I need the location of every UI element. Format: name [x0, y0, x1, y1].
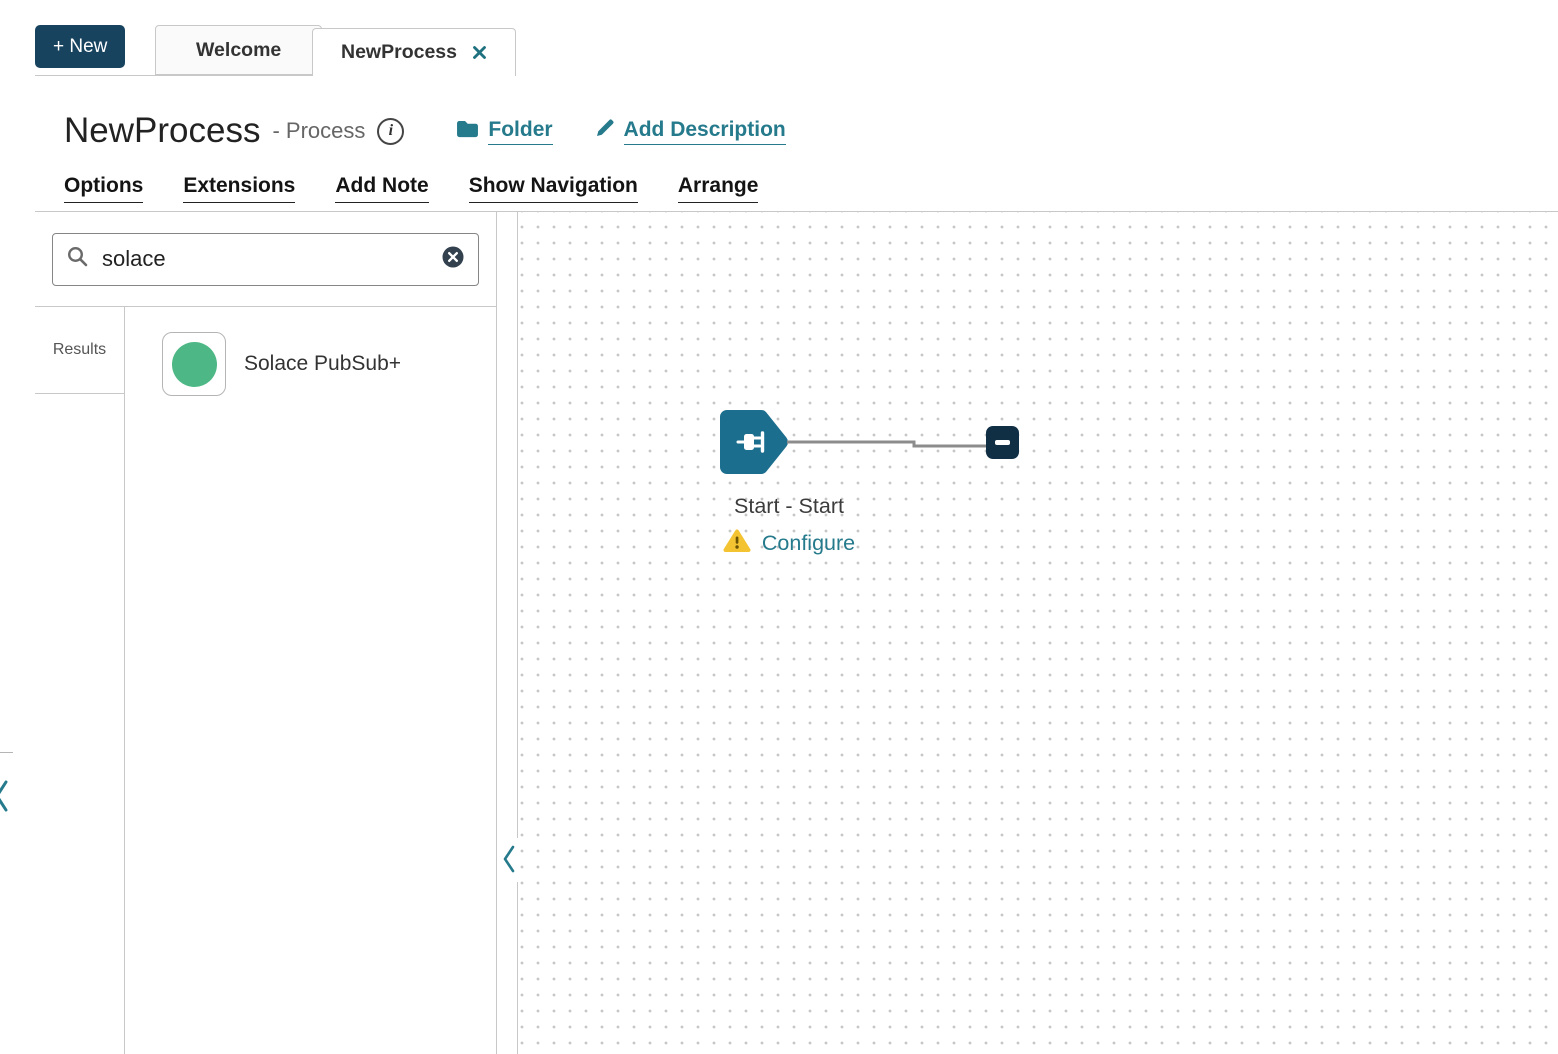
process-menu: Options Extensions Add Note Show Navigat… [64, 174, 758, 203]
search-icon [66, 245, 89, 273]
start-shape-label: Start - Start [659, 494, 919, 519]
start-shape[interactable] [717, 409, 789, 475]
results-rail: Results [35, 307, 125, 1054]
search-results-area: Results Solace PubSub+ [35, 307, 496, 1054]
result-item-solace-pubsub[interactable]: Solace PubSub+ [162, 332, 496, 396]
shape-search-panel: solace Results Solace PubSub+ [35, 212, 497, 1054]
clear-search-icon[interactable] [441, 245, 465, 274]
menu-add-note[interactable]: Add Note [335, 174, 428, 203]
pencil-icon [595, 118, 615, 144]
results-list: Solace PubSub+ [125, 307, 496, 1054]
connector-icon-box [162, 332, 226, 396]
tab-welcome-label: Welcome [196, 39, 281, 62]
menu-arrange[interactable]: Arrange [678, 174, 759, 203]
menu-extensions[interactable]: Extensions [183, 174, 295, 203]
connector-endpoint[interactable] [986, 426, 1019, 459]
tab-newprocess-label: NewProcess [341, 41, 457, 64]
folder-link-label: Folder [488, 118, 552, 145]
tabbar-divider [35, 75, 313, 76]
page-subtitle: - Process [272, 118, 365, 144]
search-value: solace [102, 246, 428, 272]
folder-icon [456, 119, 479, 144]
tab-newprocess[interactable]: NewProcess [312, 28, 516, 76]
menu-show-navigation[interactable]: Show Navigation [469, 174, 638, 203]
folder-link[interactable]: Folder [456, 118, 552, 145]
configure-link[interactable]: Configure [762, 531, 855, 556]
menu-options[interactable]: Options [64, 174, 143, 203]
process-canvas[interactable]: Start - Start Configure [517, 212, 1558, 1054]
add-description-link[interactable]: Add Description [595, 118, 786, 145]
left-edge-collapse-chevron-icon[interactable] [0, 778, 9, 814]
left-edge-divider [0, 752, 13, 753]
process-header: NewProcess - Process i Folder Add Descri… [64, 106, 786, 156]
connector-line[interactable] [784, 430, 994, 456]
results-tab[interactable]: Results [35, 307, 124, 394]
new-button[interactable]: + New [35, 25, 125, 68]
search-input[interactable]: solace [52, 233, 479, 286]
tab-welcome[interactable]: Welcome [155, 25, 322, 75]
result-item-label: Solace PubSub+ [244, 352, 401, 376]
info-icon[interactable]: i [377, 118, 404, 145]
add-description-label: Add Description [624, 118, 786, 145]
start-shape-configure: Configure [659, 528, 919, 558]
page-title: NewProcess [64, 111, 260, 151]
warning-triangle-icon [723, 528, 751, 558]
solace-connector-icon [172, 342, 217, 387]
search-area: solace [35, 212, 496, 307]
collapse-panel-chevron-icon[interactable] [501, 842, 517, 876]
close-tab-icon[interactable] [472, 45, 487, 60]
minus-icon [995, 440, 1010, 445]
